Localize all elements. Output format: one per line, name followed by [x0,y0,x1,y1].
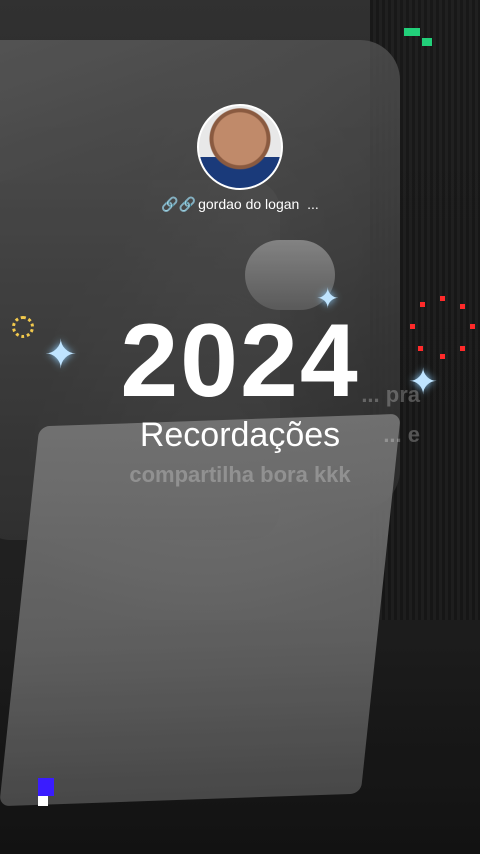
green-pixel-decoration [404,28,420,36]
red-dot [440,296,445,301]
memories-story-screen: 🔗🔗 gordao do logan ... ✦ ✦ ✦ 2024 ... pra… [0,0,480,854]
link-icon: 🔗🔗 [161,196,197,212]
name-ellipsis: ... [307,196,319,212]
avatar[interactable] [197,104,283,190]
overlay-caption-line1: ... pra [361,382,420,407]
profile-username[interactable]: 🔗🔗 gordao do logan ... [0,196,480,213]
overlay-caption-line3: compartilha bora kkk [129,462,351,487]
memories-subtitle: Recordações [139,416,341,454]
green-pixel-decoration-2 [422,38,432,46]
blue-pixel-decoration [38,778,54,796]
white-pixel-decoration [38,796,48,806]
profile-name: gordao do logan [198,196,300,212]
